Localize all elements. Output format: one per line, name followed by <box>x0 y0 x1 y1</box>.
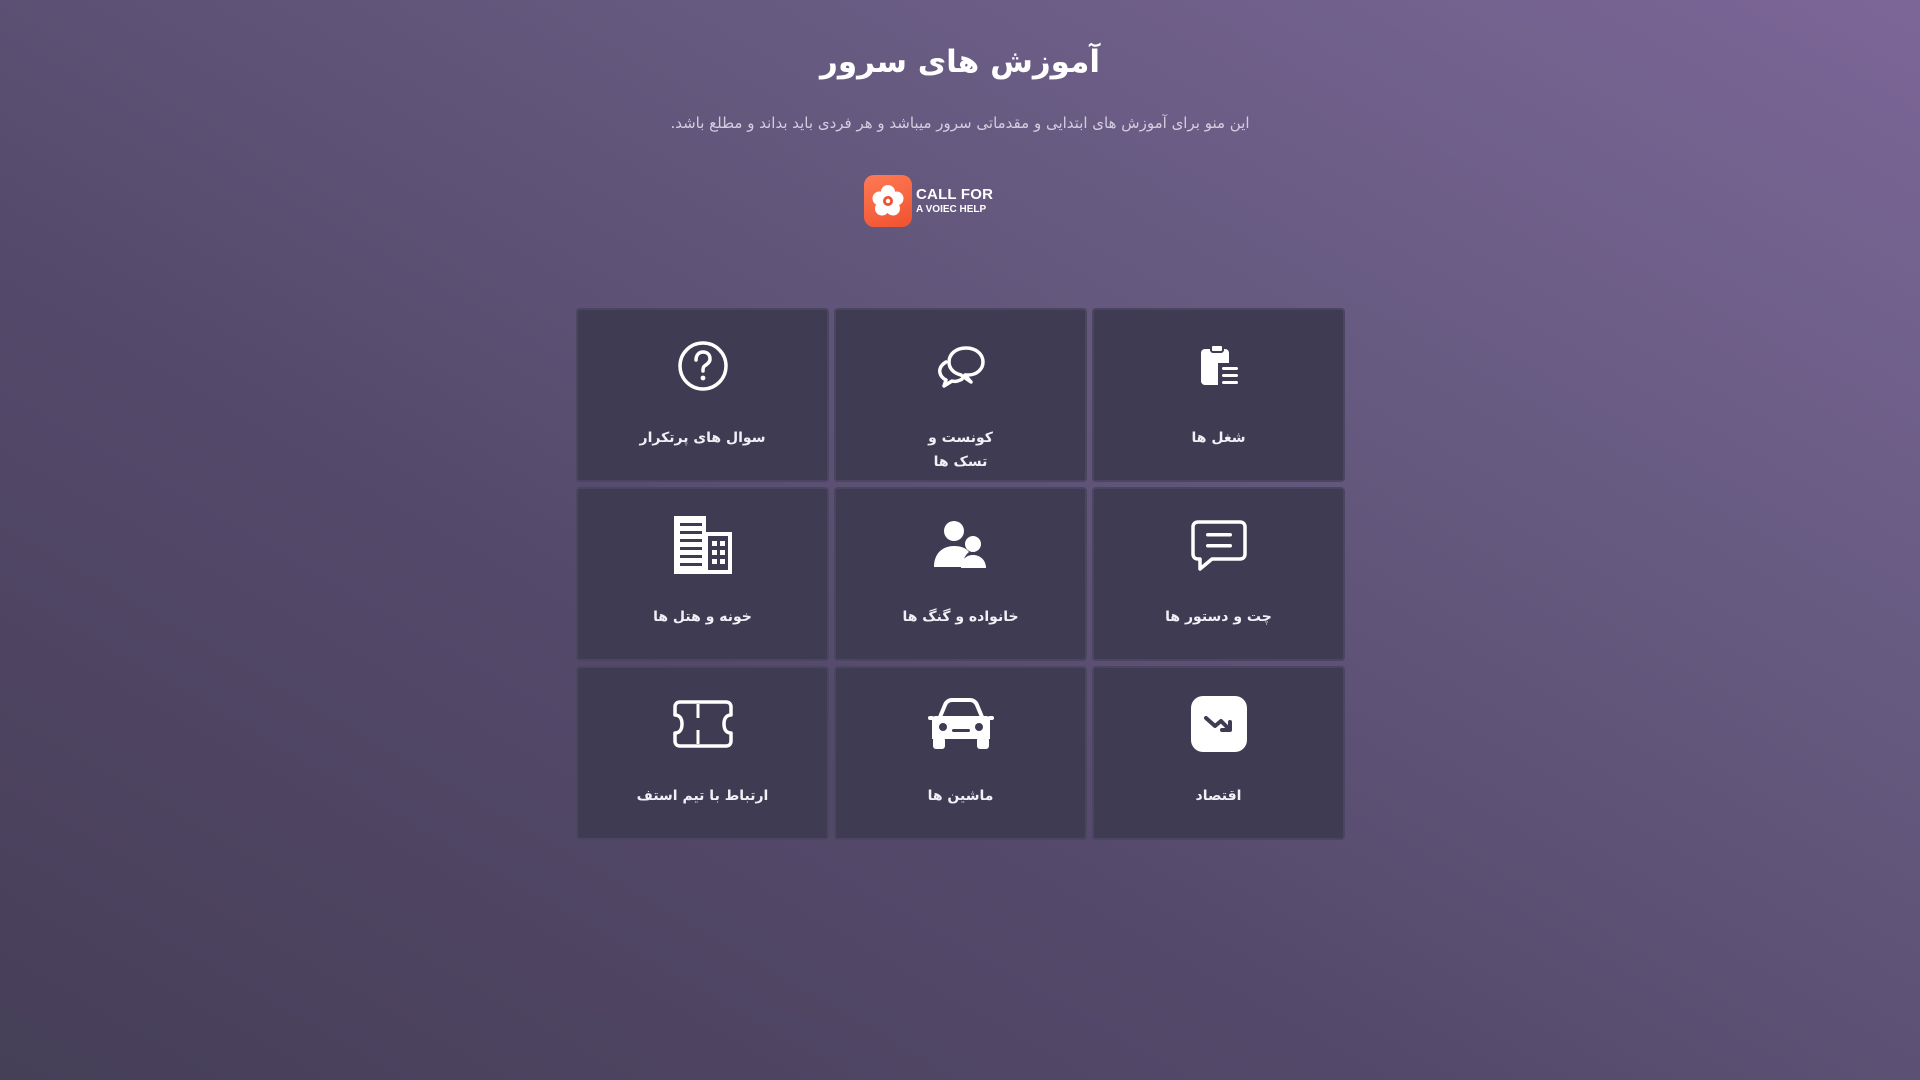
card-label: سوال های پرتکرار <box>639 430 766 446</box>
card-label: خونه و هتل ها <box>653 609 752 625</box>
page-title: آموزش های سرور <box>820 44 1100 80</box>
building-icon <box>578 516 827 574</box>
card-economy[interactable]: اقتصاد <box>1092 666 1345 840</box>
trend-down-icon <box>1094 696 1343 752</box>
chat-bubbles-icon <box>836 338 1085 394</box>
card-contact-staff[interactable]: ارتباط با تیم استف <box>576 666 829 840</box>
tutorial-grid: شغل ها کونست و تسک ها سوال های پرتکرار چ… <box>576 308 1345 840</box>
card-label: ارتباط با تیم استف <box>636 788 769 804</box>
flower-logo-icon <box>864 175 912 227</box>
users-icon <box>836 517 1085 573</box>
card-label: اقتصاد <box>1195 788 1242 804</box>
card-label: شغل ها <box>1191 430 1246 446</box>
card-houses-hotels[interactable]: خونه و هتل ها <box>576 487 829 661</box>
card-family-gangs[interactable]: خانواده و گنگ ها <box>834 487 1087 661</box>
card-jobs[interactable]: شغل ها <box>1092 308 1345 482</box>
message-square-icon <box>1094 517 1343 573</box>
card-cars[interactable]: ماشین ها <box>834 666 1087 840</box>
voice-help-title: CALL FOR <box>916 186 994 203</box>
ticket-icon <box>578 696 827 752</box>
voice-help-subtitle: A VOIEC HELP <box>916 204 987 215</box>
voice-help-button[interactable]: CALL FOR A VOIEC HELP <box>864 174 994 228</box>
card-faq[interactable]: سوال های پرتکرار <box>576 308 829 482</box>
card-chat-commands[interactable]: چت و دستور ها <box>1092 487 1345 661</box>
clipboard-list-icon <box>1094 338 1343 394</box>
car-icon <box>836 696 1085 752</box>
question-circle-icon <box>578 338 827 394</box>
card-quests-tasks[interactable]: کونست و تسک ها <box>834 308 1087 482</box>
page-subtitle: این منو برای آموزش های ابتدایی و مقدماتی… <box>670 114 1250 132</box>
card-label: ماشین ها <box>927 788 994 804</box>
card-label: کونست و تسک ها <box>928 430 993 470</box>
card-label: خانواده و گنگ ها <box>902 609 1019 625</box>
card-label: چت و دستور ها <box>1165 609 1272 625</box>
